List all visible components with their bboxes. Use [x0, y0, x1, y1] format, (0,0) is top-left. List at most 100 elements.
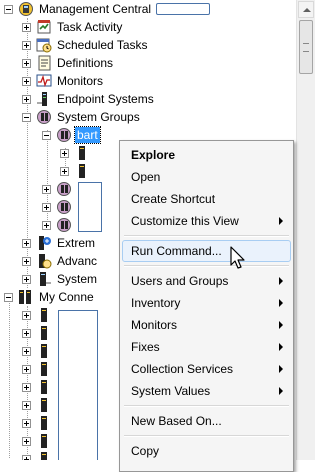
submenu-arrow-icon	[279, 217, 283, 225]
menu-item-new-based-on[interactable]: New Based On...	[122, 410, 291, 432]
server-icon	[36, 379, 52, 395]
redacted-group-names	[78, 182, 102, 232]
expand-toggle[interactable]	[60, 166, 69, 176]
scroll-up-button[interactable]	[298, 1, 314, 18]
tree-item-label: Definitions	[57, 56, 114, 70]
expand-toggle[interactable]	[22, 238, 31, 248]
tree-item-extreme[interactable]: Extrem	[22, 234, 97, 252]
menu-item-inventory[interactable]: Inventory	[122, 292, 291, 314]
system-group-icon	[56, 181, 72, 197]
system-values-icon	[36, 271, 52, 287]
management-central-icon	[18, 1, 34, 17]
menu-item-explore[interactable]: Explore	[122, 144, 291, 166]
menu-separator	[124, 235, 289, 237]
menu-separator	[124, 435, 289, 437]
tree-item-connection[interactable]	[22, 414, 55, 432]
scroll-thumb[interactable]	[299, 20, 313, 74]
expand-toggle[interactable]	[22, 94, 31, 104]
tree-item-advanced[interactable]: Advanc	[22, 252, 99, 270]
server-icon	[36, 361, 52, 377]
expand-toggle[interactable]	[22, 382, 31, 392]
tree-item-connection[interactable]	[22, 396, 55, 414]
menu-item-open[interactable]: Open	[122, 166, 291, 188]
tree-item-system-group[interactable]	[42, 198, 75, 216]
expand-toggle[interactable]	[42, 184, 51, 194]
menu-item-run-command[interactable]: Run Command...	[122, 240, 291, 262]
menu-item-users-and-groups[interactable]: Users and Groups	[122, 270, 291, 292]
menu-item-label: Inventory	[131, 296, 181, 310]
menu-item-copy[interactable]: Copy	[122, 440, 291, 462]
menu-item-system-values[interactable]: System Values	[122, 380, 291, 402]
expand-toggle[interactable]	[60, 148, 69, 158]
collapse-toggle[interactable]	[42, 130, 51, 140]
tree-item-selected-group[interactable]: bart	[42, 126, 101, 144]
extreme-support-icon	[36, 235, 52, 251]
vertical-scrollbar[interactable]	[296, 0, 315, 460]
collapse-toggle[interactable]	[4, 292, 13, 302]
monitors-icon	[36, 73, 52, 89]
expand-toggle[interactable]	[22, 22, 31, 32]
tree-item-label: Endpoint Systems	[57, 92, 154, 106]
server-icon	[74, 163, 90, 179]
server-icon	[36, 307, 52, 323]
expand-toggle[interactable]	[22, 40, 31, 50]
expand-toggle[interactable]	[22, 328, 31, 338]
expand-toggle[interactable]	[22, 364, 31, 374]
tree-item-connection[interactable]	[22, 342, 55, 360]
expand-toggle[interactable]	[22, 58, 31, 68]
tree-item-label: Scheduled Tasks	[57, 38, 148, 52]
context-menu: Explore Open Create Shortcut Customize t…	[119, 140, 294, 472]
tree-item-task-activity[interactable]: Task Activity	[22, 18, 124, 36]
tree-item-system[interactable]	[60, 162, 93, 180]
expand-toggle[interactable]	[22, 310, 31, 320]
tree-item-definitions[interactable]: Definitions	[22, 54, 115, 72]
tree-item-system-group[interactable]	[42, 180, 75, 198]
tree-line	[9, 298, 10, 458]
tree-item-system[interactable]	[60, 144, 93, 162]
expand-toggle[interactable]	[42, 220, 51, 230]
tree-item-monitors[interactable]: Monitors	[22, 72, 105, 90]
menu-item-label: Users and Groups	[131, 274, 229, 288]
menu-item-monitors[interactable]: Monitors	[122, 314, 291, 336]
tree-item-connection[interactable]	[22, 378, 55, 396]
submenu-arrow-icon	[279, 277, 283, 285]
expand-toggle[interactable]	[22, 436, 31, 446]
my-connections-icon	[18, 289, 34, 305]
menu-item-collection-services[interactable]: Collection Services	[122, 358, 291, 380]
tree-item-connection[interactable]	[22, 432, 55, 450]
expand-toggle[interactable]	[22, 418, 31, 428]
tree-root-label: Management Central	[39, 2, 152, 16]
tree-item-scheduled-tasks[interactable]: Scheduled Tasks	[22, 36, 150, 54]
redacted-connection-names	[58, 310, 98, 460]
menu-item-create-shortcut[interactable]: Create Shortcut	[122, 188, 291, 210]
expand-toggle[interactable]	[22, 454, 31, 460]
tree-item-connection[interactable]	[22, 306, 55, 324]
expand-toggle[interactable]	[22, 274, 31, 284]
expand-toggle[interactable]	[42, 202, 51, 212]
tree-item-system-groups[interactable]: System Groups	[22, 108, 142, 126]
expand-toggle[interactable]	[22, 76, 31, 86]
server-icon	[36, 415, 52, 431]
expand-toggle[interactable]	[22, 346, 31, 356]
collapse-toggle[interactable]	[22, 112, 31, 122]
expand-toggle[interactable]	[22, 400, 31, 410]
tree-item-system-group[interactable]	[42, 216, 75, 234]
tree-item-system-partial[interactable]: System	[22, 270, 99, 288]
tree-item-label: System	[57, 272, 98, 286]
selected-group-label: bart	[74, 126, 101, 144]
tree-item-endpoint-systems[interactable]: Endpoint Systems	[22, 90, 156, 108]
collapse-toggle[interactable]	[4, 4, 13, 14]
expand-toggle[interactable]	[22, 256, 31, 266]
tree-item-connection[interactable]	[22, 450, 55, 460]
server-icon	[36, 325, 52, 341]
menu-item-label: Monitors	[131, 318, 178, 332]
tree-item-connection[interactable]	[22, 360, 55, 378]
menu-item-fixes[interactable]: Fixes	[122, 336, 291, 358]
tree-root-my-connections[interactable]: My Conne	[4, 288, 96, 306]
endpoint-systems-icon	[36, 91, 52, 107]
menu-item-label: Copy	[131, 444, 160, 458]
tree-item-connection[interactable]	[22, 324, 55, 342]
menu-item-customize-view[interactable]: Customize this View	[122, 210, 291, 232]
tree-root-management-central[interactable]: Management Central	[4, 0, 211, 18]
system-group-icon	[56, 199, 72, 215]
